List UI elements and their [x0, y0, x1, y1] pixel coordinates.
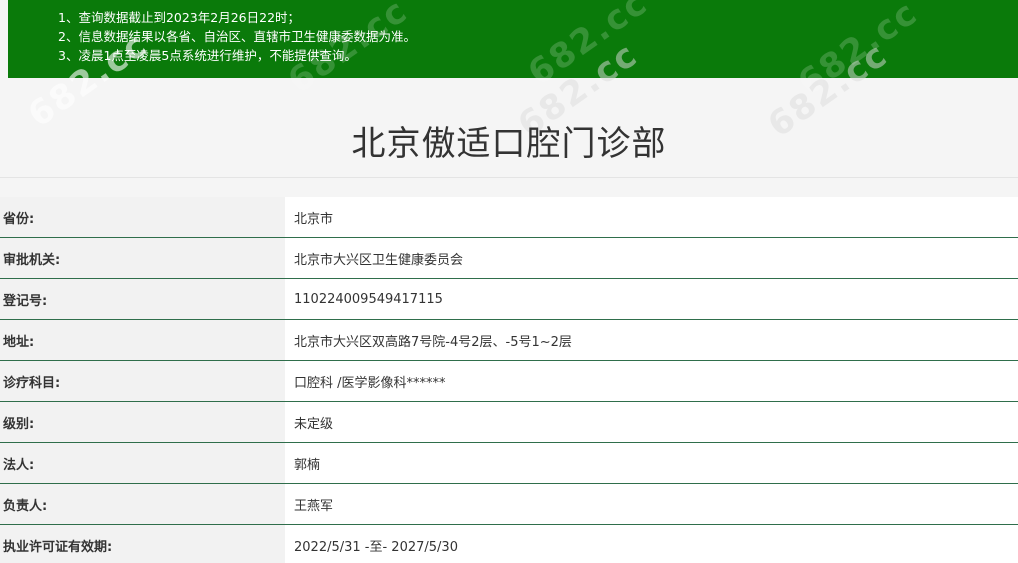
row-value: 王燕军 — [285, 484, 1018, 524]
table-row: 诊疗科目: 口腔科 /医学影像科****** — [0, 361, 1018, 402]
page-title: 北京傲适口腔门诊部 — [351, 124, 667, 164]
page: 1、查询数据截止到2023年2月26日22时； 2、信息数据结果以各省、自治区、… — [0, 0, 1018, 563]
row-label: 执业许可证有效期: — [0, 525, 285, 563]
row-label: 省份: — [0, 197, 285, 237]
table-row: 审批机关: 北京市大兴区卫生健康委员会 — [0, 238, 1018, 279]
row-label: 诊疗科目: — [0, 361, 285, 401]
info-table: 省份: 北京市 审批机关: 北京市大兴区卫生健康委员会 登记号: 1102240… — [0, 197, 1018, 563]
title-divider — [0, 177, 1018, 178]
row-value: 北京市大兴区双高路7号院-4号2层、-5号1~2层 — [285, 320, 1018, 360]
row-label: 级别: — [0, 402, 285, 442]
notice-line-3: 3、凌晨1点至凌晨5点系统进行维护，不能提供查询。 — [58, 48, 357, 63]
notice-line-1: 1、查询数据截止到2023年2月26日22时； — [58, 10, 301, 25]
row-label: 法人: — [0, 443, 285, 483]
table-row: 级别: 未定级 — [0, 402, 1018, 443]
notice-banner: 1、查询数据截止到2023年2月26日22时； 2、信息数据结果以各省、自治区、… — [8, 0, 1018, 78]
row-label: 登记号: — [0, 279, 285, 319]
table-row: 法人: 郭楠 — [0, 443, 1018, 484]
row-label: 审批机关: — [0, 238, 285, 278]
row-value: 口腔科 /医学影像科****** — [285, 361, 1018, 401]
row-value: 北京市 — [285, 197, 1018, 237]
row-label: 地址: — [0, 320, 285, 360]
table-row: 登记号: 110224009549417115 — [0, 279, 1018, 320]
row-value: 郭楠 — [285, 443, 1018, 483]
notice-line-2: 2、信息数据结果以各省、自治区、直辖市卫生健康委数据为准。 — [58, 29, 416, 44]
table-row: 地址: 北京市大兴区双高路7号院-4号2层、-5号1~2层 — [0, 320, 1018, 361]
table-row: 执业许可证有效期: 2022/5/31 -至- 2027/5/30 — [0, 525, 1018, 563]
row-value: 2022/5/31 -至- 2027/5/30 — [285, 525, 1018, 563]
table-row: 负责人: 王燕军 — [0, 484, 1018, 525]
table-row: 省份: 北京市 — [0, 197, 1018, 238]
row-value: 北京市大兴区卫生健康委员会 — [285, 238, 1018, 278]
row-value: 未定级 — [285, 402, 1018, 442]
row-value: 110224009549417115 — [285, 279, 1018, 319]
row-label: 负责人: — [0, 484, 285, 524]
